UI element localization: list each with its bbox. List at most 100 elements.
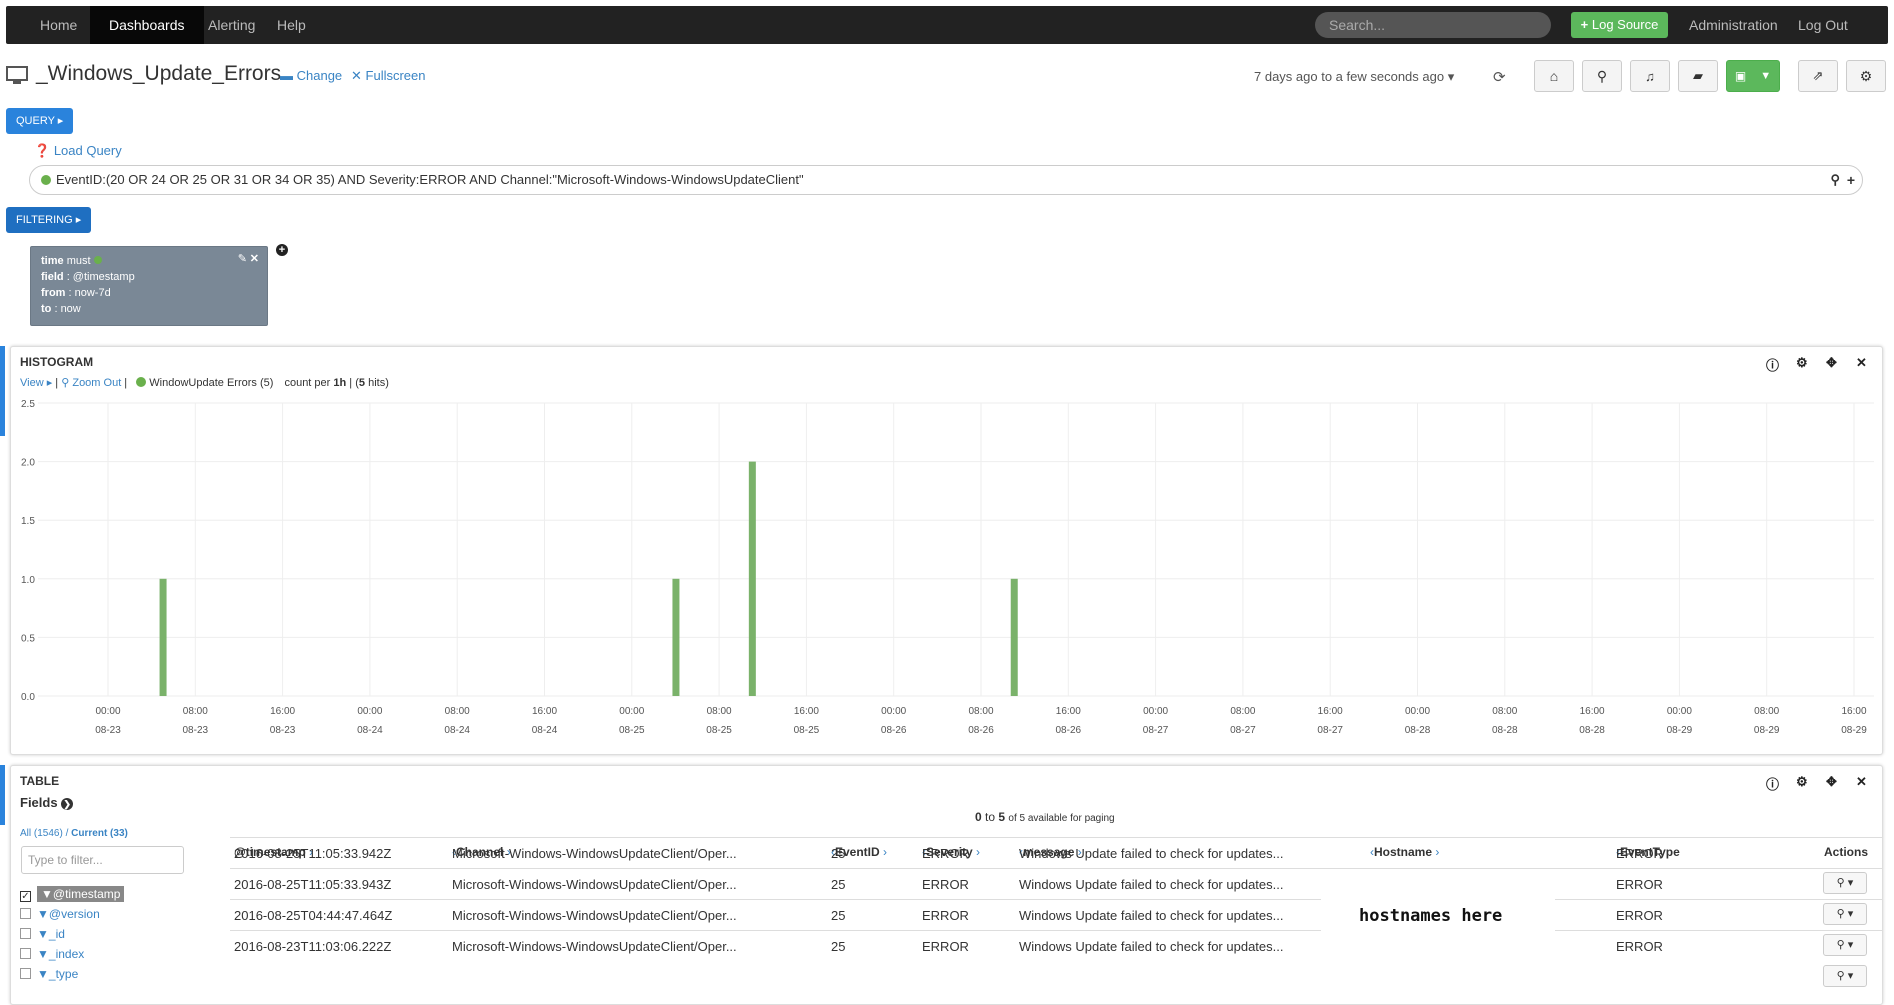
x-tick-date: 08-27 [1317,725,1343,736]
row-action-button[interactable]: ⚲ ▾ [1823,903,1867,925]
settings-button[interactable]: ⚙ [1846,60,1886,92]
row-action-button[interactable]: ⚲ ▾ [1823,965,1867,987]
edit-icon[interactable]: ✎ [238,251,247,267]
query-color-dot[interactable] [41,175,51,185]
field-checkbox[interactable] [20,948,31,959]
nav-home[interactable]: Home [40,6,77,44]
save-button[interactable]: ▣ ▼ [1726,60,1780,92]
y-tick-label: 1.5 [21,516,35,527]
cell-timestamp: 2016-08-25T04:44:47.464Z [230,899,448,931]
info-icon[interactable]: ⓘ [1766,355,1779,374]
question-circle-icon: ❓ [34,143,51,158]
cell-eventtype: ERROR [1612,837,1820,869]
field-item-type[interactable]: ▼_type [20,967,78,981]
info-icon[interactable]: ⓘ [1766,774,1779,793]
all-fields-link[interactable]: All (1546) [20,828,63,839]
field-checkbox[interactable] [20,968,31,979]
field-checkbox[interactable]: ✓ [20,891,31,902]
field-checkbox[interactable] [20,928,31,939]
filter-mode[interactable]: must [67,255,91,267]
query-input[interactable]: EventID:(20 OR 24 OR 25 OR 31 OR 34 OR 3… [29,165,1863,195]
cell-message: Windows Update failed to check for updat… [1015,868,1366,900]
filtering-toggle[interactable]: FILTERING ▸ [6,207,92,233]
field-item-id[interactable]: ▼_id [20,927,65,941]
nav-dashboards[interactable]: Dashboards [90,6,204,44]
refresh-icon[interactable]: ⟳ [1493,68,1506,86]
floppy-icon: ▣ [1734,69,1747,83]
change-link[interactable]: ▬ Change [280,68,342,83]
histogram-bar[interactable] [1010,578,1018,696]
filter-icon[interactable]: ▼@timestamp [37,886,125,902]
nav-logout[interactable]: Log Out [1798,6,1848,44]
filter-active-dot[interactable] [93,256,102,264]
histogram-chart[interactable]: 0.0 0.5 1.0 1.5 2.0 2.5 00:00 08-23 08:00 08-23 16… [11,383,1884,753]
y-tick-label: 0.5 [21,633,35,644]
table-row[interactable]: 2016-08-23T11:03:06.222Z Microsoft-Windo… [230,930,1882,962]
nav-administration[interactable]: Administration [1689,6,1778,44]
share-button[interactable]: ⇗ [1798,60,1838,92]
info-circle-icon[interactable]: ❯ [61,798,74,810]
folder-open-icon: ▰ [1693,68,1703,83]
row-action-button[interactable]: ⚲ ▾ [1823,934,1867,956]
fullscreen-link[interactable]: ✕ Fullscreen [351,68,426,84]
move-icon[interactable]: ✥ [1826,355,1837,371]
gear-icon: ⚙ [1859,67,1873,84]
x-tick-time: 16:00 [1318,706,1343,717]
field-item-timestamp[interactable]: ✓ ▼@timestamp [20,886,125,902]
search-icon: ⚲ [1596,67,1608,84]
filter-icon[interactable]: ▼ [37,947,49,961]
x-tick-date: 08-26 [968,725,994,736]
nav-alerting[interactable]: Alerting [208,6,255,44]
filter-icon[interactable]: ▼ [37,907,49,921]
filter-field-key: field [41,271,64,283]
cell-hostname [1366,837,1612,869]
gear-icon[interactable]: ⚙ [1796,355,1808,371]
x-tick-time: 00:00 [881,706,906,717]
table-row[interactable]: 2016-08-25T11:05:33.943Z Microsoft-Windo… [230,868,1882,900]
filter-icon[interactable]: ▼ [37,927,49,941]
x-tick-date: 08-25 [794,725,820,736]
query-toggle[interactable]: QUERY ▸ [6,108,74,134]
field-item-version[interactable]: ▼@version [20,907,100,921]
histogram-bar[interactable] [748,461,756,696]
time-range-picker[interactable]: 7 days ago to a few seconds ago ▾ [1254,69,1454,85]
x-tick-date: 08-27 [1230,725,1256,736]
search-button[interactable]: ⚲ [1582,60,1622,92]
x-tick-date: 08-24 [357,725,383,736]
x-tick-date: 08-25 [619,725,645,736]
table-row[interactable]: 2016-08-25T04:44:47.464Z Microsoft-Windo… [230,899,1882,931]
histogram-bar[interactable] [672,578,680,696]
close-icon[interactable]: ✕ [250,251,259,267]
filter-icon[interactable]: ▼ [37,967,49,981]
close-icon[interactable]: ✕ [1856,774,1867,790]
close-icon[interactable]: ✕ [1856,355,1867,371]
current-fields-link[interactable]: Current (33) [71,828,128,839]
panel-toolbar: ⓘ ⚙ ✥ ✕ [1762,774,1872,793]
nav-help[interactable]: Help [277,6,306,44]
paging-to: 5 [998,810,1006,824]
search-icon[interactable]: ⚲ [1830,166,1840,194]
table-row[interactable]: 2016-08-25T11:05:33.942Z Microsoft-Windo… [230,837,1882,869]
field-checkbox[interactable] [20,908,31,919]
search-input[interactable]: Search... [1315,12,1551,38]
load-query-link[interactable]: ❓ Load Query [34,143,122,159]
field-item-index[interactable]: ▼_index [20,947,84,961]
row-action-button[interactable]: ⚲ ▾ [1823,872,1867,894]
x-tick-time: 08:00 [445,706,470,717]
histogram-bar[interactable] [159,578,167,696]
cell-timestamp: 2016-08-25T11:05:33.942Z [230,837,448,869]
move-icon[interactable]: ✥ [1826,774,1837,790]
alert-button[interactable]: ♫ [1630,60,1670,92]
field-name: @version [48,907,100,921]
events-table: 2016-08-25T11:05:33.942Z Microsoft-Windo… [230,837,1882,962]
open-button[interactable]: ▰ [1678,60,1718,92]
plus-icon[interactable]: + [1847,166,1855,194]
folder-icon: ▬ [280,68,293,83]
field-name: @timestamp [52,887,121,901]
field-filter-input[interactable]: Type to filter... [21,846,184,874]
home-button[interactable]: ⌂ [1534,60,1574,92]
cell-severity: ERROR [918,930,1015,962]
log-source-button[interactable]: + Log Source [1571,12,1668,38]
gear-icon[interactable]: ⚙ [1796,774,1808,790]
add-filter-icon[interactable]: + [276,244,288,256]
